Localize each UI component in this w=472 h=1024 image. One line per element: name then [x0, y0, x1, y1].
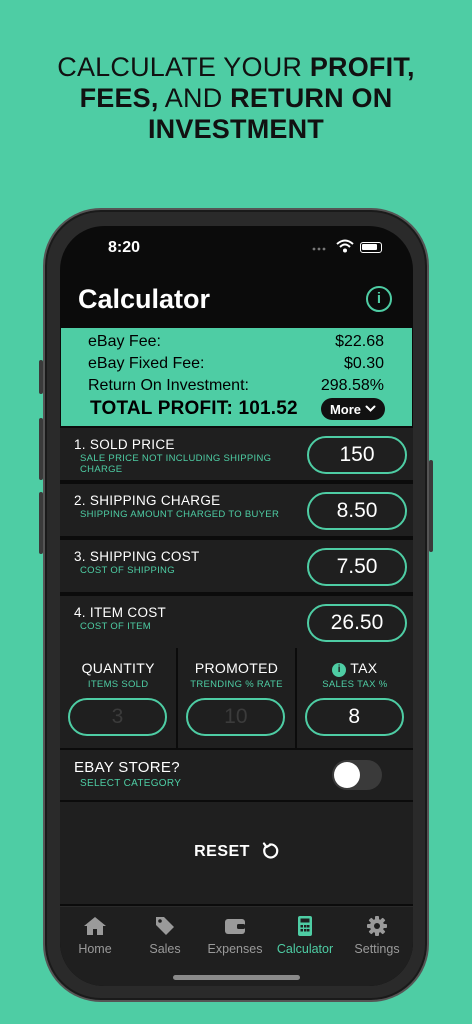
tab-calculator[interactable]: Calculator [270, 915, 340, 956]
promoted-sublabel: TRENDING % RATE [190, 679, 283, 690]
field-label: 2. SHIPPING CHARGE [74, 493, 221, 508]
roi-label: Return On Investment: [88, 377, 249, 394]
field-sublabel: COST OF SHIPPING [80, 565, 175, 576]
app-screen: 8:20 Calculator i eBay Fee: $22.68 eBay … [60, 226, 413, 986]
tab-settings[interactable]: Settings [342, 915, 412, 956]
quantity-sublabel: ITEMS SOLD [87, 679, 149, 690]
field-label: 4. ITEM COST [74, 605, 167, 620]
phone-volume-down [39, 492, 43, 554]
home-icon [84, 917, 106, 935]
info-icon[interactable]: i [332, 663, 347, 677]
marketing-headline: CALCULATE YOUR PROFIT, FEES, AND RETURN … [0, 52, 472, 145]
ebay-fee-value: $22.68 [335, 333, 384, 350]
tax-cell: i TAX SALES TAX % 8 [296, 648, 413, 748]
headline-bold: RETURN ON [230, 83, 393, 113]
more-label: More [329, 401, 362, 417]
summary-row-fixed-fee: eBay Fixed Fee: $0.30 [88, 355, 384, 373]
quantity-input[interactable]: 3 [68, 698, 167, 736]
headline-text: CALCULATE YOUR [57, 52, 310, 82]
ebay-store-sublabel: SELECT CATEGORY [80, 778, 182, 789]
ebay-store-toggle[interactable] [332, 760, 382, 790]
total-profit: TOTAL PROFIT: 101.52 [90, 398, 298, 419]
tab-label: Expenses [207, 942, 263, 956]
headline-bold: FEES, [79, 83, 159, 113]
status-bar: 8:20 [60, 226, 413, 270]
field-item-cost: 4. ITEM COST COST OF ITEM 26.50 [60, 596, 413, 650]
wifi-icon [336, 239, 354, 253]
reset-button[interactable]: RESET [60, 842, 413, 861]
chevron-down-icon [365, 405, 376, 412]
phone-power-button [429, 460, 433, 552]
field-shipping-charge: 2. SHIPPING CHARGE SHIPPING AMOUNT CHARG… [60, 484, 413, 538]
headline-text: AND [158, 83, 231, 113]
tab-label: Home [78, 942, 112, 956]
home-indicator[interactable] [173, 975, 300, 980]
reset-area: RESET [60, 802, 413, 904]
field-sublabel: COST OF ITEM [80, 621, 151, 632]
page-title: Calculator [78, 284, 211, 314]
results-summary: eBay Fee: $22.68 eBay Fixed Fee: $0.30 R… [61, 328, 412, 426]
status-time: 8:20 [108, 239, 141, 256]
tab-label: Settings [354, 942, 400, 956]
calculator-icon [298, 916, 312, 936]
field-sold-price: 1. SOLD PRICE SALE PRICE NOT INCLUDING S… [60, 428, 413, 482]
shipping-charge-input[interactable]: 8.50 [307, 492, 407, 530]
headline-bold: INVESTMENT [147, 114, 324, 144]
quantity-label: QUANTITY [81, 660, 155, 676]
tax-sublabel: SALES TAX % [322, 679, 388, 690]
reset-label: RESET [194, 843, 250, 860]
tab-label: Sales [149, 942, 181, 956]
summary-row-roi: Return On Investment: 298.58% [88, 377, 384, 395]
tab-bar: Home Sales Expenses Calculator Settings [60, 906, 413, 986]
shipping-cost-input[interactable]: 7.50 [307, 548, 407, 586]
info-circle-icon[interactable]: i [366, 286, 392, 312]
field-sublabel: SHIPPING AMOUNT CHARGED TO BUYER [80, 509, 280, 520]
wallet-icon [225, 919, 245, 934]
promoted-input[interactable]: 10 [186, 698, 286, 736]
fixed-fee-value: $0.30 [343, 355, 384, 372]
signal-icon [312, 247, 326, 251]
more-button[interactable]: More [321, 398, 385, 420]
summary-row-ebay-fee: eBay Fee: $22.68 [88, 333, 384, 351]
tab-label: Calculator [276, 942, 334, 956]
tab-sales[interactable]: Sales [130, 915, 200, 956]
small-fields-grid: QUANTITY ITEMS SOLD 3 PROMOTED TRENDING … [60, 648, 413, 748]
roi-value: 298.58% [320, 377, 384, 394]
ebay-fee-label: eBay Fee: [88, 333, 161, 350]
phone-volume-up [39, 418, 43, 480]
tab-home[interactable]: Home [60, 915, 130, 956]
tab-expenses[interactable]: Expenses [200, 915, 270, 956]
field-label: 1. SOLD PRICE [74, 437, 175, 452]
gear-icon [367, 916, 387, 936]
tax-label: TAX [350, 660, 378, 676]
field-sublabel: SALE PRICE NOT INCLUDING SHIPPING CHARGE [80, 453, 272, 475]
ebay-store-label: EBAY STORE? [74, 759, 180, 776]
field-shipping-cost: 3. SHIPPING COST COST OF SHIPPING 7.50 [60, 540, 413, 594]
ebay-store-row: EBAY STORE? SELECT CATEGORY [60, 750, 413, 800]
tax-input[interactable]: 8 [304, 698, 404, 736]
fixed-fee-label: eBay Fixed Fee: [88, 355, 205, 372]
tag-icon [156, 917, 174, 935]
reset-icon [262, 842, 279, 859]
battery-icon [360, 242, 382, 253]
tax-header: i TAX [297, 660, 413, 677]
item-cost-input[interactable]: 26.50 [307, 604, 407, 642]
headline-bold: PROFIT, [309, 52, 415, 82]
phone-mute-switch [39, 360, 43, 394]
quantity-cell: QUANTITY ITEMS SOLD 3 [60, 648, 177, 748]
toggle-knob [334, 762, 360, 788]
promoted-cell: PROMOTED TRENDING % RATE 10 [178, 648, 295, 748]
promoted-label: PROMOTED [194, 660, 279, 676]
field-label: 3. SHIPPING COST [74, 549, 200, 564]
sold-price-input[interactable]: 150 [307, 436, 407, 474]
